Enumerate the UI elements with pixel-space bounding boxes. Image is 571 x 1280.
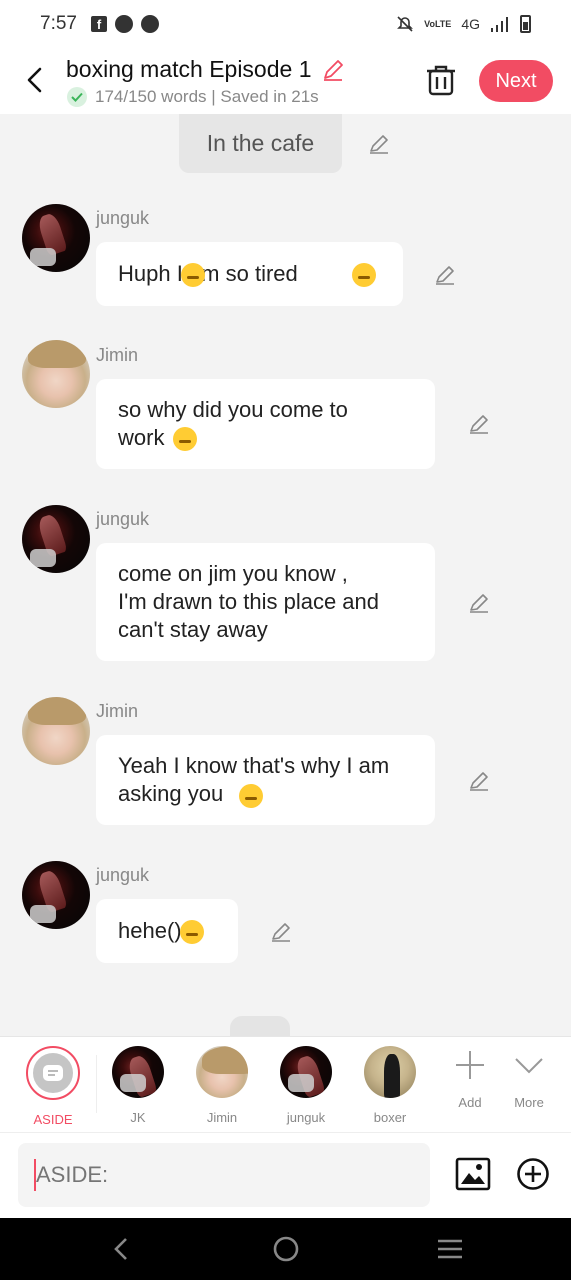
scene-label[interactable]: In the cafe: [179, 114, 342, 173]
speaker-name: junguk: [96, 208, 150, 228]
edit-scene-icon[interactable]: [367, 132, 391, 156]
character-junguk[interactable]: junguk: [271, 1046, 341, 1125]
expressionless-emoji-icon: [173, 427, 197, 451]
chevron-down-icon: [515, 1058, 543, 1074]
panel-drag-handle[interactable]: [230, 1016, 290, 1036]
character-avatar: [364, 1046, 416, 1098]
avatar-junguk[interactable]: [22, 204, 90, 272]
network-type: 4G: [461, 16, 480, 32]
message-text: come on jim you know , I'm drawn to this…: [118, 561, 380, 642]
volte-indicator: VoLTE: [424, 19, 452, 29]
speaker-name: junguk: [96, 509, 150, 529]
chat-area[interactable]: In the cafe junguk Huph I am so tired Ji…: [0, 114, 571, 1036]
avatar-jimin[interactable]: [22, 697, 90, 765]
delete-button[interactable]: [424, 62, 458, 98]
speaker-name: Jimin: [96, 701, 139, 721]
edit-title-icon[interactable]: [320, 57, 346, 83]
message-bubble[interactable]: hehe(): [96, 899, 238, 963]
character-avatar: [112, 1046, 164, 1098]
facebook-icon: f: [90, 16, 107, 32]
plus-circle-icon: [517, 1158, 549, 1190]
message-bubble[interactable]: so why did you come to work: [96, 379, 435, 469]
character-avatar: [196, 1046, 248, 1098]
text-caret: [34, 1159, 36, 1191]
word-count-status: 174/150 words | Saved in 21s: [95, 87, 319, 106]
add-character-button[interactable]: Add: [440, 1049, 500, 1110]
nav-back-icon: [114, 1238, 127, 1260]
mute-icon: [397, 16, 414, 32]
nav-recents-icon: [438, 1239, 462, 1259]
message-input[interactable]: [18, 1143, 430, 1207]
edit-message-icon[interactable]: [433, 263, 457, 287]
image-icon: [455, 1157, 491, 1191]
more-label: More: [514, 1095, 544, 1110]
character-boxer[interactable]: boxer: [355, 1046, 425, 1125]
edit-message-icon[interactable]: [467, 412, 491, 436]
avatar-jimin[interactable]: [22, 340, 90, 408]
status-bar: 7:57 f VoLTE 4G: [0, 0, 571, 48]
trash-icon: [427, 65, 455, 96]
divider: [96, 1055, 97, 1113]
character-label: JK: [130, 1110, 146, 1125]
next-button[interactable]: Next: [479, 60, 553, 102]
signal-icon: [491, 17, 508, 32]
character-label: Jimin: [206, 1110, 238, 1125]
add-content-button[interactable]: [516, 1157, 550, 1191]
message-bubble[interactable]: Yeah I know that's why I am asking you: [96, 735, 435, 825]
grinning-emoji-icon: [180, 920, 204, 944]
tired-emoji-icon: [181, 263, 205, 287]
editor-header: boxing match Episode 1 174/150 words | S…: [0, 48, 571, 114]
composer-bar: [0, 1132, 571, 1218]
status-notification-icons: f: [90, 15, 159, 33]
avatar-junguk[interactable]: [22, 861, 90, 929]
speaker-name: junguk: [96, 865, 150, 885]
message-text: so why did you come to work: [118, 397, 348, 450]
character-aside[interactable]: ASIDE: [18, 1046, 88, 1127]
edit-message-icon[interactable]: [269, 920, 293, 944]
plus-icon: [456, 1051, 484, 1079]
system-nav-bar: [0, 1218, 571, 1280]
aside-avatar: [26, 1046, 80, 1100]
nav-back-button[interactable]: [106, 1234, 136, 1264]
nav-recents-button[interactable]: [435, 1234, 465, 1264]
message-text: Huph I am so tired: [118, 261, 298, 286]
aside-bubble-icon: [33, 1053, 73, 1093]
back-arrow-icon: [27, 67, 42, 93]
character-label: ASIDE: [33, 1112, 73, 1127]
check-icon: [67, 87, 87, 107]
grinning-emoji-icon: [239, 784, 263, 808]
speaker-name: Jimin: [96, 345, 139, 365]
battery-icon: [520, 15, 531, 33]
back-button[interactable]: [20, 64, 48, 96]
app-notification-icon: [114, 15, 133, 33]
app-notification-icon: [140, 15, 159, 33]
avatar-junguk[interactable]: [22, 505, 90, 573]
character-label: junguk: [286, 1110, 326, 1125]
status-time: 7:57: [40, 13, 77, 34]
message-text: hehe(): [118, 918, 182, 943]
episode-title: boxing match Episode 1: [66, 56, 312, 82]
character-label: boxer: [373, 1110, 407, 1125]
character-bar: ASIDE JK Jimin junguk boxer Add More: [0, 1036, 571, 1132]
edit-message-icon[interactable]: [467, 769, 491, 793]
nav-home-button[interactable]: [271, 1234, 301, 1264]
weary-emoji-icon: [352, 263, 376, 287]
status-system-icons: VoLTE 4G: [396, 15, 531, 33]
nav-home-icon: [273, 1236, 299, 1262]
more-characters-button[interactable]: More: [499, 1049, 559, 1110]
edit-message-icon[interactable]: [467, 591, 491, 615]
insert-image-button[interactable]: [455, 1157, 491, 1191]
character-avatar: [280, 1046, 332, 1098]
message-bubble[interactable]: come on jim you know , I'm drawn to this…: [96, 543, 435, 661]
title-row: boxing match Episode 1: [66, 56, 346, 83]
save-status-row: 174/150 words | Saved in 21s: [67, 87, 319, 107]
character-jimin[interactable]: Jimin: [187, 1046, 257, 1125]
character-jk[interactable]: JK: [103, 1046, 173, 1125]
add-label: Add: [458, 1095, 482, 1110]
